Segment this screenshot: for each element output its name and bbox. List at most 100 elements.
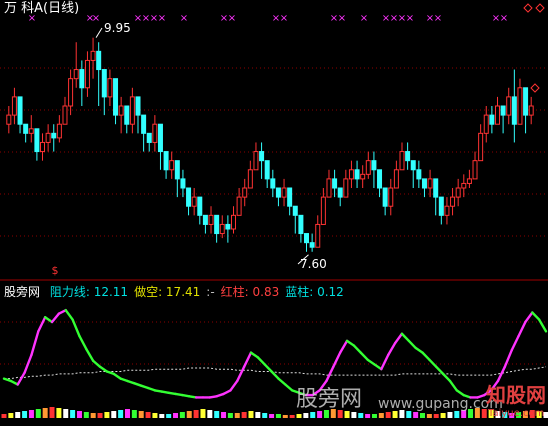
histogram-bar bbox=[447, 412, 453, 418]
signal-x-marker: × bbox=[280, 13, 288, 24]
candle bbox=[478, 124, 484, 162]
candle-body bbox=[101, 69, 107, 98]
candle-body bbox=[292, 205, 298, 216]
histogram-bar bbox=[8, 413, 14, 418]
histogram-bar bbox=[1, 414, 7, 418]
candle-body bbox=[96, 50, 102, 71]
candle bbox=[253, 142, 259, 171]
candle-body bbox=[214, 214, 220, 235]
candle bbox=[163, 151, 169, 179]
histogram-bar bbox=[49, 407, 55, 418]
candle-body bbox=[421, 178, 427, 189]
indicator-name: 股旁网 bbox=[4, 285, 41, 299]
signal-x-marker: × bbox=[338, 13, 346, 24]
candle bbox=[472, 151, 478, 180]
candle-body bbox=[371, 160, 377, 171]
series-line-segment bbox=[407, 339, 417, 350]
candle-body bbox=[129, 96, 135, 125]
candle bbox=[141, 114, 147, 152]
histogram-bar bbox=[351, 412, 357, 418]
indicator-header: 股旁网 阻力线: 12.11 做空: 17.41:- 红柱: 0.83 蓝柱: 0.1… bbox=[4, 283, 350, 300]
candle-body bbox=[6, 114, 12, 125]
candle-body bbox=[152, 123, 158, 143]
candle-body bbox=[230, 214, 236, 230]
candle bbox=[225, 215, 231, 243]
series-line-segment bbox=[373, 363, 383, 371]
series-line-segment bbox=[435, 365, 445, 376]
candle-body bbox=[56, 123, 62, 139]
candle bbox=[264, 160, 270, 188]
candle bbox=[450, 188, 456, 216]
histogram-bar bbox=[227, 413, 233, 418]
candle-body bbox=[259, 151, 265, 162]
candle-body bbox=[163, 151, 169, 171]
watermark-left: 股旁网 bbox=[296, 387, 363, 412]
candle bbox=[483, 106, 489, 143]
series-line-segment bbox=[524, 311, 534, 324]
histogram-bar bbox=[262, 413, 268, 418]
candle bbox=[506, 87, 512, 125]
histogram-bar bbox=[104, 412, 110, 418]
histogram-bar bbox=[97, 413, 103, 418]
candle-body bbox=[219, 223, 225, 235]
series-line-segment bbox=[30, 330, 40, 357]
candle-body bbox=[281, 187, 287, 198]
candle-body bbox=[517, 87, 523, 125]
candle bbox=[247, 160, 253, 189]
histogram-bar bbox=[193, 410, 199, 418]
candle-body bbox=[253, 151, 259, 171]
candle bbox=[304, 233, 310, 252]
grid-lines bbox=[0, 67, 548, 365]
histogram-bar bbox=[234, 413, 240, 418]
candle bbox=[146, 132, 152, 152]
histogram-bar bbox=[344, 411, 350, 418]
candle-body bbox=[399, 151, 405, 171]
series-line-segment bbox=[112, 372, 122, 380]
watermark-site: www.gupang.com bbox=[378, 396, 503, 412]
series-line-segment bbox=[400, 332, 410, 343]
signal-x-marker: × bbox=[180, 13, 188, 24]
candle bbox=[298, 214, 304, 243]
candle-body bbox=[242, 187, 248, 198]
candle-body bbox=[410, 160, 416, 171]
high-arrow bbox=[95, 27, 103, 38]
diamond-icon bbox=[523, 3, 533, 13]
candle-body bbox=[275, 187, 281, 198]
histogram-bar bbox=[138, 411, 144, 418]
candle bbox=[17, 96, 23, 134]
candle bbox=[455, 178, 461, 207]
candle-body bbox=[393, 169, 399, 189]
candle-body bbox=[247, 169, 253, 189]
candle-body bbox=[11, 96, 17, 116]
candle bbox=[191, 188, 197, 216]
candle bbox=[348, 160, 354, 188]
candle-body bbox=[197, 196, 203, 216]
series-line-segment bbox=[441, 372, 452, 383]
candle bbox=[466, 169, 472, 188]
candle bbox=[197, 196, 203, 225]
signal-x-marker: × bbox=[434, 13, 442, 24]
candle bbox=[40, 133, 46, 161]
candle bbox=[107, 69, 113, 106]
histogram-bar bbox=[310, 412, 316, 418]
candle bbox=[180, 169, 186, 198]
indicator-values: 阻力线: 12.11 做空: 17.41:- 红柱: 0.83 蓝柱: 0.12 bbox=[50, 285, 350, 299]
series-line-segment bbox=[325, 365, 335, 383]
candle bbox=[230, 206, 236, 234]
top-right-controls bbox=[523, 3, 545, 93]
histogram-bar bbox=[275, 414, 281, 418]
histogram-bar bbox=[241, 412, 247, 418]
histogram-bar bbox=[90, 413, 96, 418]
candle-body bbox=[365, 160, 371, 175]
candle-body bbox=[135, 96, 141, 116]
series-line-segment bbox=[428, 358, 438, 368]
candle bbox=[320, 188, 326, 225]
candlestick-series bbox=[6, 37, 534, 252]
series-line-segment bbox=[387, 342, 397, 357]
series-line-segment bbox=[284, 383, 294, 392]
histogram-bar bbox=[76, 411, 82, 418]
candle bbox=[214, 214, 220, 243]
candle-body bbox=[180, 178, 186, 189]
candle-body bbox=[478, 132, 484, 162]
series-line-segment bbox=[64, 308, 74, 321]
